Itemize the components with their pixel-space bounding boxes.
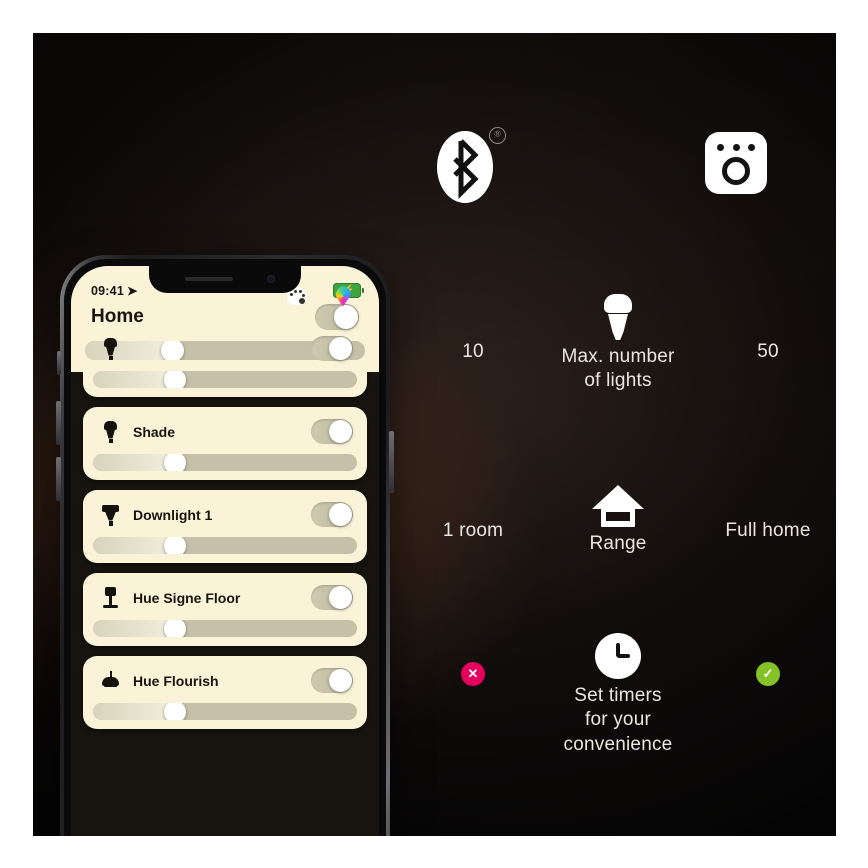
- light-row: Shade: [83, 407, 367, 446]
- light-name: Downlight 1: [133, 506, 213, 523]
- range-label: Range: [589, 533, 647, 554]
- light-brightness-slider[interactable]: [93, 371, 357, 388]
- cross-badge-icon: ✕: [461, 661, 485, 686]
- bulb-icon: [543, 294, 693, 340]
- light-row: Hue Flourish: [83, 656, 367, 695]
- max-lights-label-line2: of lights: [584, 370, 652, 392]
- screenshot-canvas: ® 10 Max. number of lights 50 1 room Ran…: [0, 0, 868, 868]
- timers-label-line2: for your: [584, 709, 651, 731]
- bluetooth-icon: [453, 139, 479, 200]
- hue-bridge-icon: [705, 132, 767, 194]
- light-list: Reading lampShadeDownlight 1Hue Signe Fl…: [71, 324, 379, 729]
- timers-center: Set timers for your convenience: [543, 633, 693, 757]
- light-brightness-slider[interactable]: [93, 703, 357, 720]
- mute-switch[interactable]: [57, 351, 61, 375]
- bridge-button-ring: [722, 157, 750, 185]
- clock-icon: [543, 633, 693, 679]
- phone-bezel: 09:41 ➤ ⚡ Home: [64, 259, 386, 836]
- light-name: Hue Signe Floor: [133, 589, 241, 606]
- max-lights-center: Max. number of lights: [543, 294, 693, 394]
- light-toggle[interactable]: [311, 336, 353, 361]
- light-toggle[interactable]: [311, 668, 353, 693]
- max-lights-left-value: 10: [462, 341, 484, 362]
- comparison-row-timers: ✕ Set timers for your convenience ✓: [403, 633, 833, 763]
- light-card[interactable]: Shade: [83, 407, 367, 480]
- bridge-indicator-dots: [717, 144, 755, 151]
- product-scene: ® 10 Max. number of lights 50 1 room Ran…: [33, 33, 836, 836]
- light-brightness-slider[interactable]: [93, 620, 357, 637]
- power-button[interactable]: [389, 431, 394, 493]
- light-row: Downlight 1: [83, 490, 367, 529]
- comparison-row-max-lights: 10 Max. number of lights 50: [403, 294, 833, 404]
- bluetooth-logo: ®: [431, 125, 509, 215]
- brand-icon-row: ®: [33, 33, 836, 243]
- phone-mockup: 09:41 ➤ ⚡ Home: [44, 247, 410, 836]
- light-toggle[interactable]: [311, 419, 353, 444]
- front-camera: [267, 275, 275, 283]
- status-time: 09:41: [91, 283, 124, 298]
- status-bar-time-group: 09:41 ➤: [91, 283, 138, 299]
- check-badge-icon: ✓: [756, 661, 780, 686]
- home-header: Home: [71, 300, 379, 332]
- light-toggle[interactable]: [311, 585, 353, 610]
- bulb-icon: [99, 337, 121, 361]
- downlight-icon: [99, 503, 121, 527]
- light-card[interactable]: Hue Signe Floor: [83, 573, 367, 646]
- phone-screen: 09:41 ➤ ⚡ Home: [71, 266, 379, 836]
- volume-up-button[interactable]: [56, 401, 61, 445]
- range-right-value: Full home: [725, 520, 811, 541]
- earpiece-speaker: [185, 277, 233, 281]
- bulb-icon: [99, 420, 121, 444]
- pendant-icon: [99, 669, 121, 693]
- light-toggle[interactable]: [311, 502, 353, 527]
- home-master-toggle[interactable]: [315, 304, 359, 330]
- volume-down-button[interactable]: [56, 457, 61, 501]
- light-name: Hue Flourish: [133, 672, 219, 689]
- floorlamp-icon: [99, 586, 121, 610]
- light-card[interactable]: Hue Flourish: [83, 656, 367, 729]
- light-brightness-slider[interactable]: [93, 454, 357, 471]
- light-card[interactable]: Downlight 1: [83, 490, 367, 563]
- home-title: Home: [91, 306, 144, 327]
- timers-right-cell: ✓: [693, 661, 836, 686]
- max-lights-right-value: 50: [757, 341, 779, 362]
- home-icon: [543, 481, 693, 527]
- range-center: Range: [543, 481, 693, 556]
- comparison-row-range: 1 room Range Full home: [403, 481, 833, 571]
- light-brightness-slider[interactable]: [93, 537, 357, 554]
- light-name: Shade: [133, 423, 176, 440]
- light-row: Hue Signe Floor: [83, 573, 367, 612]
- registered-trademark-icon: ®: [489, 127, 506, 144]
- timers-left-cell: ✕: [403, 661, 543, 686]
- timers-label-line3: convenience: [563, 733, 673, 755]
- range-left-value: 1 room: [442, 520, 504, 541]
- phone-notch: [149, 266, 301, 293]
- location-arrow-icon: ➤: [126, 284, 138, 298]
- timers-label-line1: Set timers: [574, 685, 662, 706]
- max-lights-label-line1: Max. number: [561, 346, 675, 367]
